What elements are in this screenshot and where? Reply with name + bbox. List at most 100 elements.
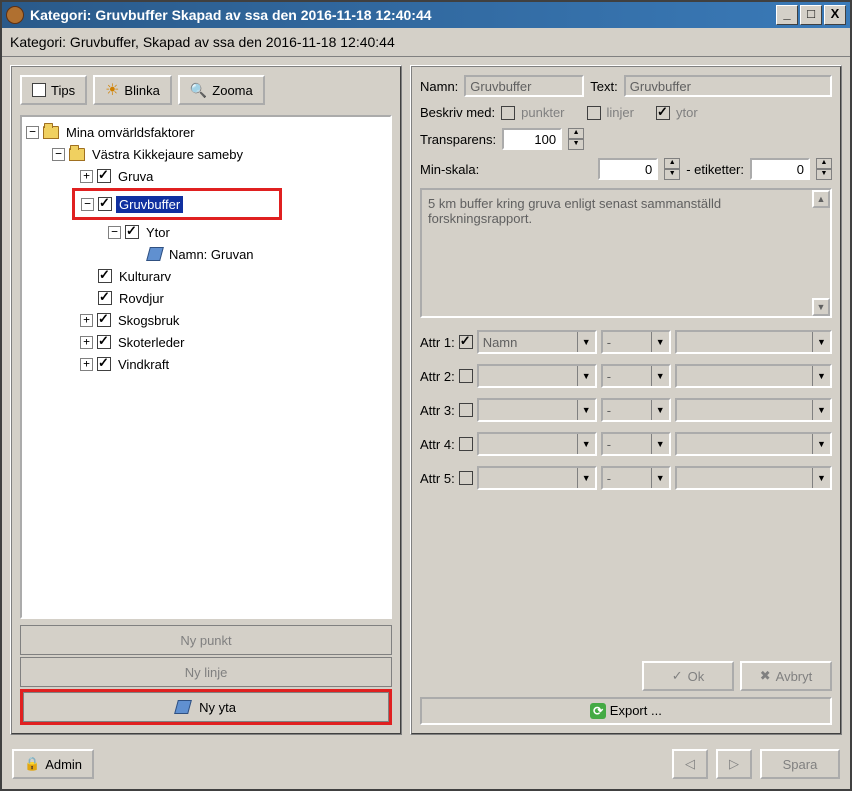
minskala-field[interactable]: 0 — [598, 158, 658, 180]
expander-icon[interactable]: − — [108, 226, 121, 239]
minskala-label: Min-skala: — [420, 162, 479, 177]
attr5-name-combo[interactable]: ▼ — [477, 466, 597, 490]
transparens-label: Transparens: — [420, 132, 496, 147]
scroll-up-button[interactable]: ▲ — [812, 190, 830, 208]
blinka-button[interactable]: ☀ Blinka — [93, 75, 172, 105]
node-label: Skoterleder — [115, 334, 187, 351]
minskala-spinner[interactable]: ▲▼ — [664, 158, 680, 180]
attr5-val-combo[interactable]: ▼ — [675, 466, 832, 490]
chevron-down-icon: ▼ — [577, 366, 595, 386]
attr4-op-combo[interactable]: -▼ — [601, 432, 671, 456]
punkter-checkbox[interactable] — [501, 106, 515, 120]
tree-node-skogsbruk[interactable]: + Skogsbruk — [24, 309, 388, 331]
attr3-checkbox[interactable] — [459, 403, 473, 417]
attr1-val-combo[interactable]: ▼ — [675, 330, 832, 354]
tree-node-root[interactable]: − Mina omvärldsfaktorer — [24, 121, 388, 143]
maximize-button[interactable]: □ — [800, 5, 822, 25]
attr1-op-combo[interactable]: -▼ — [601, 330, 671, 354]
node-checkbox[interactable] — [97, 335, 111, 349]
folder-icon — [43, 126, 59, 139]
node-checkbox[interactable] — [97, 169, 111, 183]
ok-cancel-row: ✓ Ok ✖ Avbryt — [420, 661, 832, 691]
refresh-icon: ⟳ — [590, 703, 606, 719]
expander-icon[interactable]: + — [80, 336, 93, 349]
save-button[interactable]: Spara — [760, 749, 840, 779]
expander-icon[interactable]: + — [80, 314, 93, 327]
node-label: Mina omvärldsfaktorer — [63, 124, 198, 141]
chevron-down-icon: ▼ — [651, 400, 669, 420]
ytor-label: ytor — [676, 105, 698, 120]
app-icon — [6, 6, 24, 24]
tree-node-ytor[interactable]: − Ytor — [24, 221, 388, 243]
tips-button[interactable]: Tips — [20, 75, 87, 105]
node-checkbox[interactable] — [125, 225, 139, 239]
etiketter-spinner[interactable]: ▲▼ — [816, 158, 832, 180]
tree-node-skoterleder[interactable]: + Skoterleder — [24, 331, 388, 353]
attr1-name-combo[interactable]: Namn▼ — [477, 330, 597, 354]
new-point-label: Ny punkt — [180, 633, 231, 648]
tree-node-rovdjur[interactable]: Rovdjur — [24, 287, 388, 309]
attr2-name-combo[interactable]: ▼ — [477, 364, 597, 388]
attr3-name-combo[interactable]: ▼ — [477, 398, 597, 422]
nav-next-button[interactable]: ▷ — [716, 749, 752, 779]
expander-icon[interactable]: + — [80, 170, 93, 183]
minimize-button[interactable]: _ — [776, 5, 798, 25]
tree-node-gruvbuffer[interactable]: − Gruvbuffer — [81, 193, 277, 215]
chevron-down-icon: ▼ — [651, 434, 669, 454]
blinka-label: Blinka — [124, 83, 159, 98]
admin-button[interactable]: 🔒 Admin — [12, 749, 94, 779]
highlight-ny-yta: Ny yta — [20, 689, 392, 725]
attr2-op-combo[interactable]: -▼ — [601, 364, 671, 388]
attr5-checkbox[interactable] — [459, 471, 473, 485]
node-checkbox[interactable] — [98, 269, 112, 283]
nav-prev-button[interactable]: ◁ — [672, 749, 708, 779]
tree-node-kulturarv[interactable]: Kulturarv — [24, 265, 388, 287]
export-label: Export ... — [610, 703, 662, 718]
attr3-val-combo[interactable]: ▼ — [675, 398, 832, 422]
attr1-checkbox[interactable] — [459, 335, 473, 349]
window-title: Kategori: Gruvbuffer Skapad av ssa den 2… — [30, 7, 774, 23]
attr3-op-combo[interactable]: -▼ — [601, 398, 671, 422]
attr4-val-combo[interactable]: ▼ — [675, 432, 832, 456]
close-button[interactable]: X — [824, 5, 846, 25]
export-bar[interactable]: ⟳ Export ... — [420, 697, 832, 725]
tree-node-gruvan[interactable]: Namn: Gruvan — [24, 243, 388, 265]
etiketter-field[interactable]: 0 — [750, 158, 810, 180]
punkter-label: punkter — [521, 105, 564, 120]
new-point-button[interactable]: Ny punkt — [20, 625, 392, 655]
chevron-down-icon: ▼ — [812, 400, 830, 420]
transparens-spinner[interactable]: ▲▼ — [568, 128, 584, 150]
node-checkbox[interactable] — [98, 197, 112, 211]
new-area-button[interactable]: Ny yta — [23, 692, 389, 722]
scroll-down-button[interactable]: ▼ — [812, 298, 830, 316]
ok-button[interactable]: ✓ Ok — [642, 661, 734, 691]
expander-icon[interactable]: − — [52, 148, 65, 161]
attr4-name-combo[interactable]: ▼ — [477, 432, 597, 456]
attr4-checkbox[interactable] — [459, 437, 473, 451]
node-checkbox[interactable] — [97, 357, 111, 371]
description-box[interactable]: 5 km buffer kring gruva enligt senast sa… — [420, 188, 832, 318]
attr5-op-combo[interactable]: -▼ — [601, 466, 671, 490]
ok-label: Ok — [688, 669, 705, 684]
ytor-checkbox[interactable] — [656, 106, 670, 120]
text-field[interactable]: Gruvbuffer — [624, 75, 832, 97]
node-checkbox[interactable] — [98, 291, 112, 305]
category-tree[interactable]: − Mina omvärldsfaktorer − Västra Kikkeja… — [20, 115, 392, 619]
attr2-checkbox[interactable] — [459, 369, 473, 383]
transparens-field[interactable]: 100 — [502, 128, 562, 150]
node-checkbox[interactable] — [97, 313, 111, 327]
attr1-label: Attr 1: — [420, 335, 455, 350]
zooma-button[interactable]: 🔍 Zooma — [178, 75, 265, 105]
namn-field[interactable]: Gruvbuffer — [464, 75, 584, 97]
new-line-button[interactable]: Ny linje — [20, 657, 392, 687]
cancel-button[interactable]: ✖ Avbryt — [740, 661, 832, 691]
attr2-val-combo[interactable]: ▼ — [675, 364, 832, 388]
expander-icon[interactable]: − — [81, 198, 94, 211]
tree-node-sameby[interactable]: − Västra Kikkejaure sameby — [24, 143, 388, 165]
expander-icon[interactable]: − — [26, 126, 39, 139]
linjer-checkbox[interactable] — [587, 106, 601, 120]
tips-checkbox[interactable] — [32, 83, 46, 97]
tree-node-gruva[interactable]: + Gruva — [24, 165, 388, 187]
expander-icon[interactable]: + — [80, 358, 93, 371]
tree-node-vindkraft[interactable]: + Vindkraft — [24, 353, 388, 375]
